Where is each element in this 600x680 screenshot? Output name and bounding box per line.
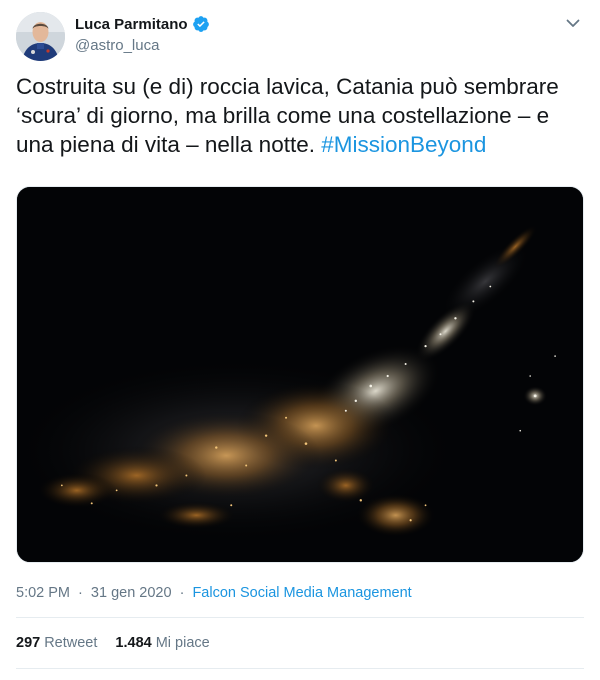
- retweet-count: 297: [16, 635, 41, 651]
- divider: [16, 668, 584, 669]
- tweet-card: Luca Parmitano @astro_luca Costruita su …: [0, 0, 600, 680]
- night-city-photo: [17, 187, 583, 562]
- tweet-meta: 5:02 PM · 31 gen 2020 · Falcon Social Me…: [16, 585, 412, 601]
- divider: [16, 617, 584, 618]
- like-label: Mi piace: [155, 635, 210, 651]
- hashtag-link[interactable]: #MissionBeyond: [321, 132, 486, 157]
- tweet-source-link[interactable]: Falcon Social Media Management: [192, 585, 411, 601]
- like-stat[interactable]: 1.484 Mi piace: [115, 635, 209, 651]
- verified-badge-icon: [192, 15, 210, 33]
- meta-separator: ·: [78, 585, 83, 601]
- retweet-label: Retweet: [44, 635, 98, 651]
- retweet-stat[interactable]: 297 Retweet: [16, 635, 97, 651]
- chevron-down-icon[interactable]: [564, 14, 582, 32]
- tweet-date[interactable]: 31 gen 2020: [91, 585, 172, 601]
- tweet-text: Costruita su (e di) roccia lavica, Catan…: [16, 72, 584, 159]
- author-avatar[interactable]: [16, 12, 65, 61]
- like-count: 1.484: [115, 635, 152, 651]
- author-name-row[interactable]: Luca Parmitano: [75, 15, 210, 33]
- author-handle[interactable]: @astro_luca: [75, 37, 159, 54]
- tweet-time[interactable]: 5:02 PM: [16, 585, 70, 601]
- avatar-image: [16, 12, 65, 61]
- author-name[interactable]: Luca Parmitano: [75, 16, 188, 33]
- tweet-stats: 297 Retweet 1.484 Mi piace: [16, 635, 210, 651]
- meta-separator: ·: [179, 585, 185, 601]
- tweet-photo[interactable]: [16, 186, 584, 563]
